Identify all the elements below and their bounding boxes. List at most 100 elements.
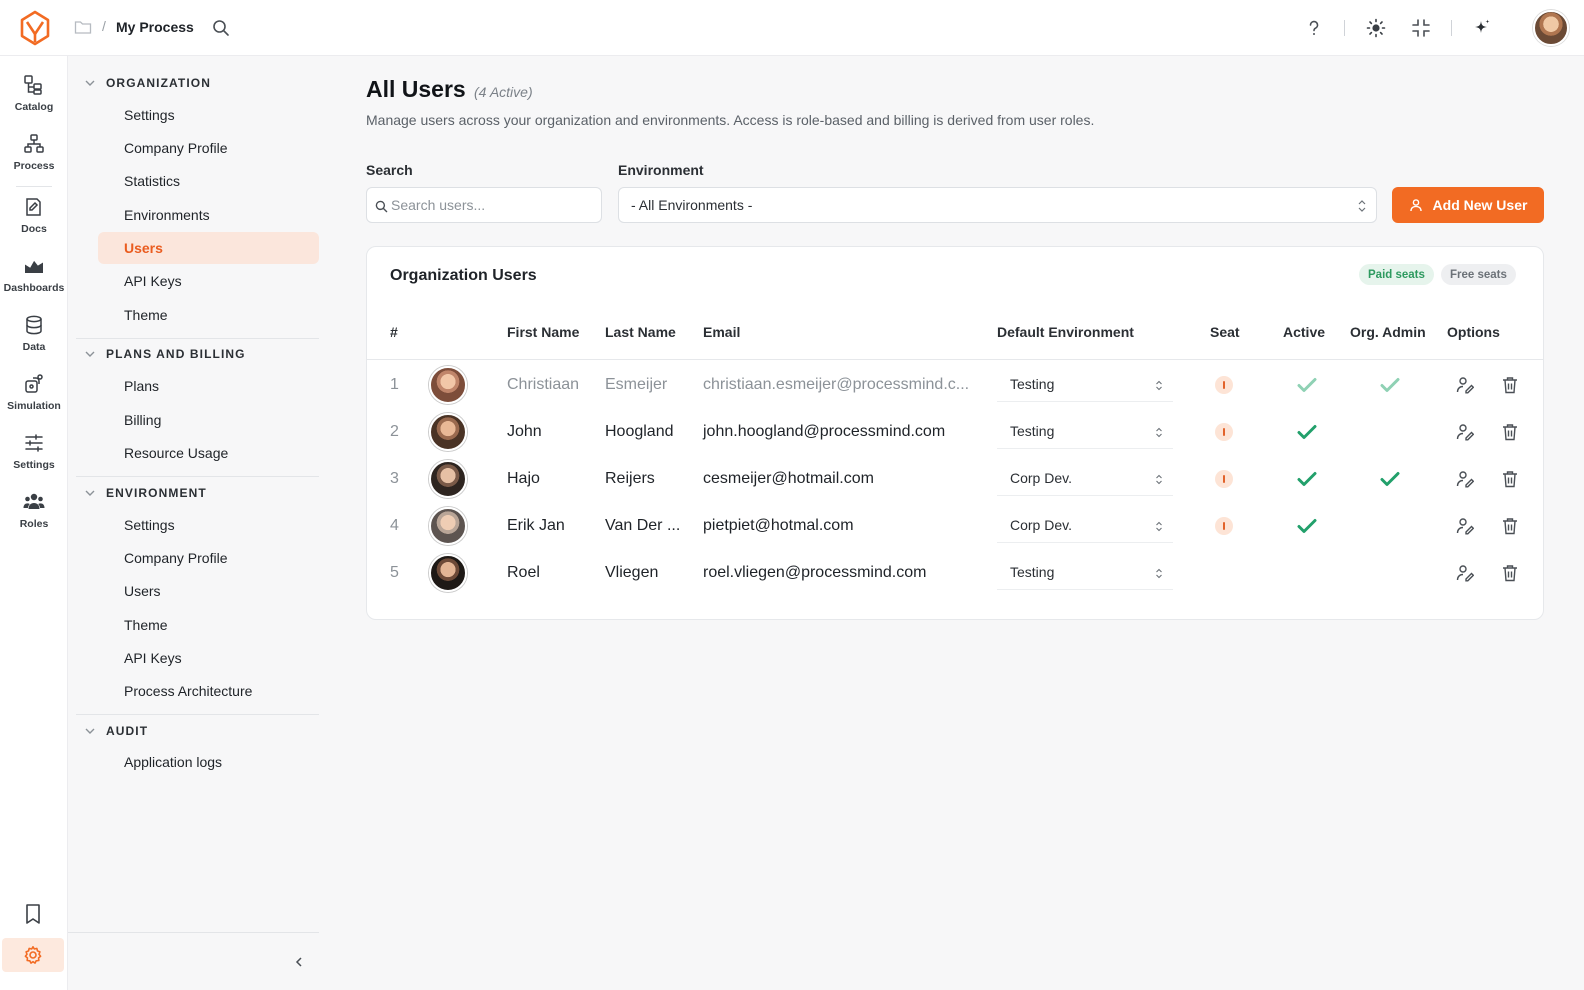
- section-organization[interactable]: ORGANIZATION: [84, 76, 211, 90]
- edit-user-icon[interactable]: [1456, 470, 1474, 488]
- nav-item-env-settings[interactable]: Settings: [98, 509, 319, 541]
- rail-item-process[interactable]: Process: [0, 133, 68, 189]
- default-environment-select[interactable]: Testing: [997, 556, 1173, 590]
- nav-item-application-logs[interactable]: Application logs: [98, 746, 319, 778]
- edit-user-icon[interactable]: [1456, 517, 1474, 535]
- trash-icon[interactable]: [1502, 470, 1518, 488]
- nav-item-org-statistics[interactable]: Statistics: [98, 165, 319, 197]
- search-icon[interactable]: [212, 19, 230, 37]
- nav-item-plans[interactable]: Plans: [98, 370, 319, 402]
- paid-seats-pill[interactable]: Paid seats: [1359, 264, 1434, 285]
- rail-divider: [16, 186, 52, 187]
- breadcrumb-separator: /: [102, 18, 106, 34]
- collapse-sidebar-button[interactable]: [68, 932, 319, 990]
- section-audit[interactable]: AUDIT: [84, 724, 148, 738]
- edit-user-icon[interactable]: [1456, 423, 1474, 441]
- paid-seat-indicator: [1215, 422, 1233, 441]
- nav-item-org-company-profile[interactable]: Company Profile: [98, 132, 319, 164]
- column-header-first-name[interactable]: First Name: [507, 324, 579, 340]
- nav-item-env-users[interactable]: Users: [98, 575, 319, 607]
- section-environment[interactable]: ENVIRONMENT: [84, 486, 207, 500]
- section-divider: [76, 714, 319, 715]
- nav-item-billing[interactable]: Billing: [98, 404, 319, 436]
- nav-item-env-process-architecture[interactable]: Process Architecture: [98, 675, 319, 707]
- column-header-email[interactable]: Email: [703, 324, 740, 340]
- row-index: 4: [390, 516, 399, 534]
- search-input[interactable]: [391, 189, 596, 221]
- admin-settings-button[interactable]: [2, 938, 64, 972]
- rail-item-docs[interactable]: Docs: [0, 196, 68, 252]
- page-description: Manage users across your organization an…: [366, 112, 1095, 128]
- chevron-down-icon: [85, 490, 95, 496]
- avatar: [429, 412, 467, 451]
- table-row[interactable]: 4 Erik Jan Van Der ... pietpiet@hotmal.c…: [367, 502, 1543, 549]
- settings-nav: ORGANIZATION Settings Company Profile St…: [68, 56, 323, 990]
- column-header-last-name[interactable]: Last Name: [605, 324, 676, 340]
- column-header-org-admin[interactable]: Org. Admin: [1350, 324, 1426, 340]
- trash-icon[interactable]: [1502, 564, 1518, 582]
- edit-user-icon[interactable]: [1456, 564, 1474, 582]
- rail-item-data[interactable]: Data: [0, 314, 68, 370]
- gear-icon: [24, 946, 42, 964]
- table-row[interactable]: 3 Hajo Reijers cesmeijer@hotmail.com Cor…: [367, 455, 1543, 502]
- top-bar: / My Process: [0, 0, 1584, 56]
- trash-icon[interactable]: [1502, 517, 1518, 535]
- nav-item-org-api-keys[interactable]: API Keys: [98, 265, 319, 297]
- rail-item-roles[interactable]: Roles: [0, 491, 68, 547]
- default-environment-value: Corp Dev.: [1010, 517, 1072, 533]
- default-environment-select[interactable]: Testing: [997, 368, 1173, 402]
- nav-item-org-environments[interactable]: Environments: [98, 199, 319, 231]
- add-new-user-button[interactable]: Add New User: [1392, 187, 1544, 223]
- section-divider: [76, 476, 319, 477]
- nav-item-org-users[interactable]: Users: [98, 232, 319, 264]
- nav-item-env-api-keys[interactable]: API Keys: [98, 642, 319, 674]
- rail-item-catalog[interactable]: Catalog: [0, 74, 68, 130]
- table-row[interactable]: 5 Roel Vliegen roel.vliegen@processmind.…: [367, 549, 1543, 596]
- sun-icon[interactable]: [1366, 18, 1386, 38]
- sparkle-ai-icon[interactable]: [1472, 18, 1492, 38]
- free-seats-pill[interactable]: Free seats: [1441, 264, 1516, 285]
- help-icon[interactable]: [1304, 18, 1324, 38]
- edit-user-icon[interactable]: [1456, 376, 1474, 394]
- nav-item-resource-usage[interactable]: Resource Usage: [98, 437, 319, 469]
- default-environment-select[interactable]: Corp Dev.: [997, 509, 1173, 543]
- section-plans-billing[interactable]: PLANS AND BILLING: [84, 347, 246, 361]
- nav-item-org-settings[interactable]: Settings: [98, 99, 319, 131]
- breadcrumb-title[interactable]: My Process: [116, 19, 194, 35]
- column-header-index: #: [390, 324, 398, 340]
- trash-icon[interactable]: [1502, 423, 1518, 441]
- chevron-updown-icon: [1358, 200, 1366, 212]
- chevron-updown-icon: [1156, 474, 1162, 484]
- table-row[interactable]: 2 John Hoogland john.hoogland@processmin…: [367, 408, 1543, 455]
- last-name: Vliegen: [605, 563, 659, 581]
- trash-icon[interactable]: [1502, 376, 1518, 394]
- environment-select[interactable]: - All Environments -: [618, 187, 1377, 223]
- nav-item-env-company-profile[interactable]: Company Profile: [98, 542, 319, 574]
- add-new-user-label: Add New User: [1432, 197, 1528, 213]
- default-environment-select[interactable]: Testing: [997, 415, 1173, 449]
- rail-item-dashboards[interactable]: Dashboards: [0, 255, 68, 311]
- column-header-seat[interactable]: Seat: [1210, 324, 1240, 340]
- first-name: John: [507, 422, 542, 440]
- main-content: All Users (4 Active) Manage users across…: [323, 56, 1584, 990]
- active-check-icon: [1297, 377, 1317, 392]
- row-index: 1: [390, 375, 399, 393]
- bookmark-icon[interactable]: [23, 903, 43, 925]
- nav-item-env-theme[interactable]: Theme: [98, 609, 319, 641]
- collapse-fullscreen-icon[interactable]: [1411, 18, 1431, 38]
- table-row[interactable]: 1 Christiaan Esmeijer christiaan.esmeije…: [367, 361, 1543, 408]
- column-header-active[interactable]: Active: [1283, 324, 1325, 340]
- rail-item-simulation[interactable]: Simulation: [0, 373, 68, 429]
- environment-label: Environment: [618, 162, 704, 178]
- processmind-logo-icon[interactable]: [18, 10, 52, 46]
- folder-icon[interactable]: [74, 19, 92, 35]
- column-header-default-environment[interactable]: Default Environment: [997, 324, 1134, 340]
- search-field[interactable]: [366, 187, 602, 223]
- default-environment-select[interactable]: Corp Dev.: [997, 462, 1173, 496]
- active-check-icon: [1297, 471, 1317, 486]
- chevron-down-icon: [85, 351, 95, 357]
- nav-item-org-theme[interactable]: Theme: [98, 299, 319, 331]
- users-icon: [23, 493, 45, 509]
- user-avatar[interactable]: [1533, 10, 1569, 46]
- rail-item-settings[interactable]: Settings: [0, 432, 68, 488]
